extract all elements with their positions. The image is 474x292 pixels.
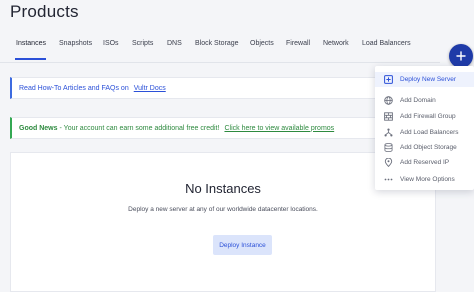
server-plus-icon [384,75,393,84]
menu-item-label: Deploy New Server [400,76,456,83]
menu-item-deploy-new-server[interactable]: Deploy New Server [375,72,474,87]
menu-item-label: Add Object Storage [400,144,457,151]
menu-item-add-load-balancers[interactable]: Add Load Balancers [375,125,474,140]
menu-item-view-more-options[interactable]: View More Options [375,172,474,187]
instances-empty-state: No Instances Deploy a new server at any … [10,152,436,292]
docs-notice: Read How-To Articles and FAQs on Vultr D… [10,77,436,99]
deploy-instance-button[interactable]: Deploy Instance [213,235,272,255]
globe-icon [384,96,393,105]
load-balancer-icon [384,128,393,137]
menu-item-add-domain[interactable]: Add Domain [375,93,474,108]
tab-load-balancers[interactable]: Load Balancers [362,40,411,47]
tab-dns[interactable]: DNS [167,40,182,47]
firewall-icon [384,112,393,121]
menu-item-add-reserved-ip[interactable]: Add Reserved IP [375,155,474,170]
tab-firewall[interactable]: Firewall [286,40,310,47]
empty-state-subtitle: Deploy a new server at any of our worldw… [128,206,318,213]
menu-item-label: View More Options [400,176,455,183]
tab-objects[interactable]: Objects [250,40,274,47]
promo-notice: Good News - Your account can earn some a… [10,117,436,139]
active-tab-indicator [15,58,46,60]
tab-block-storage[interactable]: Block Storage [195,40,239,47]
menu-item-label: Add Firewall Group [400,113,456,120]
add-product-button[interactable] [449,44,473,68]
empty-state-title: No Instances [185,181,261,196]
menu-item-label: Add Reserved IP [400,159,450,166]
plus-icon [456,51,466,61]
docs-notice-text: Read How-To Articles and FAQs on [19,84,129,92]
menu-item-label: Add Domain [400,97,436,104]
view-promos-link[interactable]: Click here to view available promos [224,125,334,132]
vultr-docs-link[interactable]: Vultr Docs [134,85,166,92]
reserved-ip-icon [384,158,393,167]
menu-item-add-firewall-group[interactable]: Add Firewall Group [375,109,474,124]
tab-network[interactable]: Network [323,40,349,47]
page-title: Products [10,2,79,21]
more-icon [384,175,393,184]
promo-text: - Your account can earn some additional … [59,124,220,132]
add-product-menu: Deploy New Server Add Domain Add Firewal… [375,66,474,190]
product-tabs: Instances Snapshots ISOs Scripts DNS Blo… [0,38,440,63]
menu-item-add-object-storage[interactable]: Add Object Storage [375,140,474,155]
tab-scripts[interactable]: Scripts [132,40,153,47]
object-storage-icon [384,143,393,152]
promo-label: Good News [19,124,58,132]
tab-snapshots[interactable]: Snapshots [59,40,92,47]
menu-item-label: Add Load Balancers [400,129,459,136]
tab-instances[interactable]: Instances [16,40,46,47]
tab-isos[interactable]: ISOs [103,40,119,47]
